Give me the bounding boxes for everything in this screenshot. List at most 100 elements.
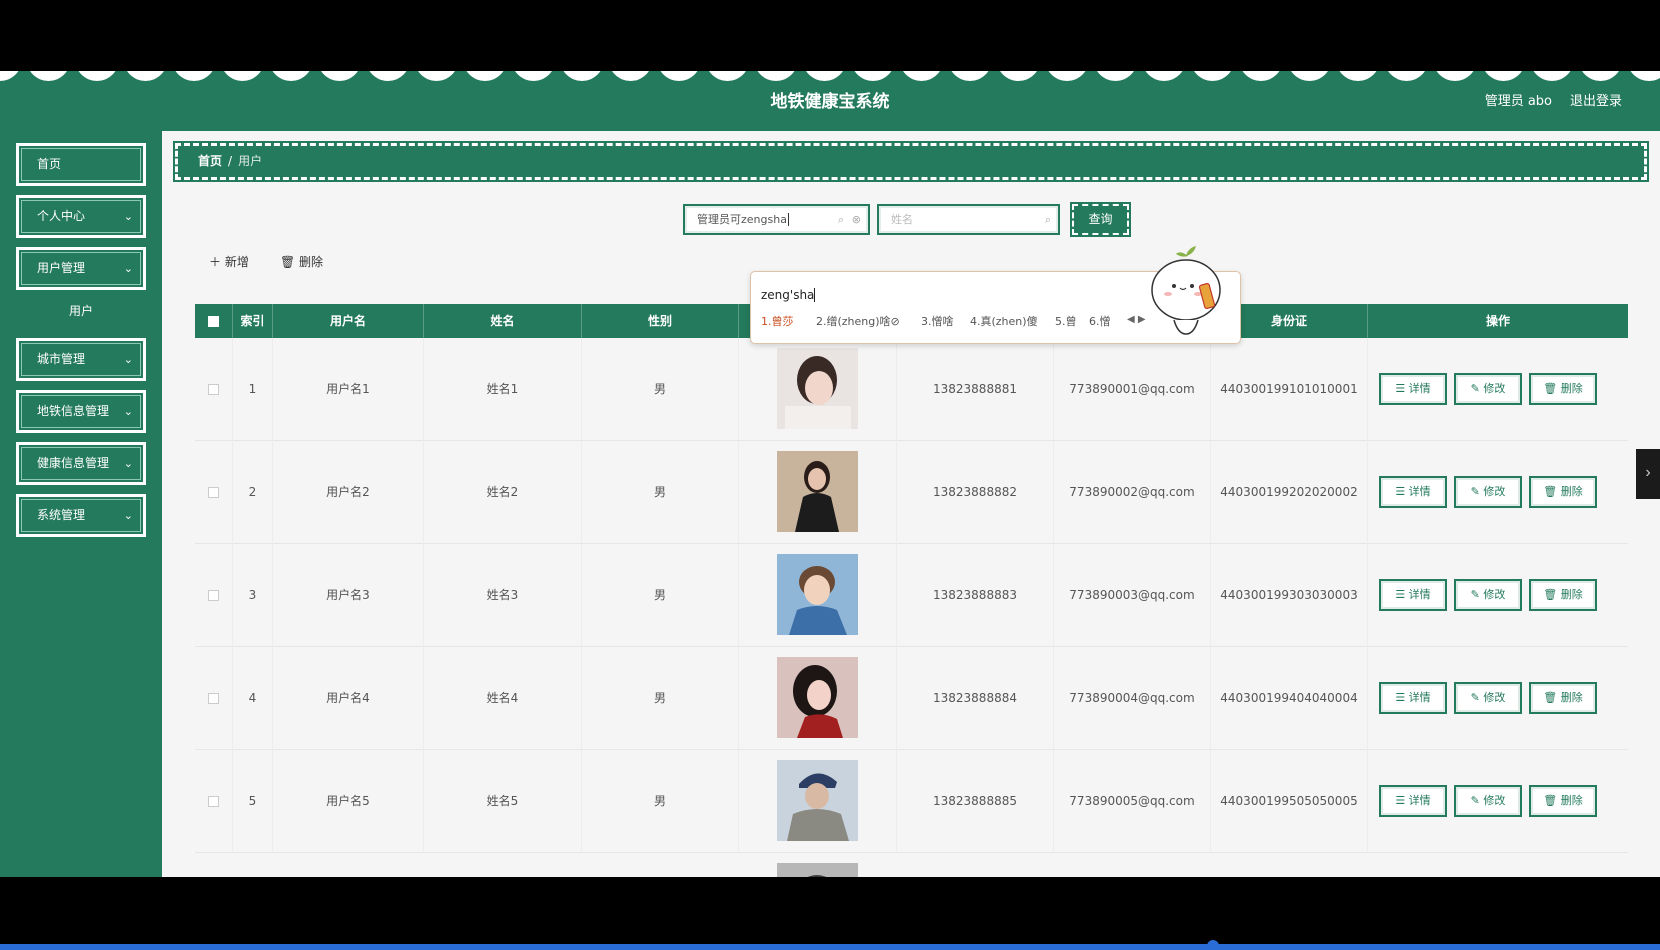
row-checkbox-cell	[195, 647, 233, 750]
table-row	[195, 853, 1628, 877]
breadcrumb-home[interactable]: 首页	[198, 154, 222, 168]
search-icon: ⌕	[1044, 213, 1051, 226]
username-search-input[interactable]: 管理员可zengsha ⌕ ⊗	[683, 204, 870, 235]
cell-avatar	[739, 338, 897, 441]
scallop-shape	[709, 71, 746, 81]
ime-typed-value: zeng'sha	[761, 288, 815, 302]
side-panel-toggle-button[interactable]: ›	[1636, 449, 1660, 499]
delete-button[interactable]: 🗑 删除	[1529, 373, 1597, 405]
delete-button[interactable]: 🗑 删除	[1529, 579, 1597, 611]
column-header-actions: 操作	[1485, 314, 1510, 328]
ime-pager-icon[interactable]: ◀ ▶	[1127, 314, 1146, 325]
ime-candidate[interactable]: 6.憎	[1089, 313, 1111, 329]
scallop-shape	[1533, 71, 1571, 81]
select-all-checkbox-cell[interactable]	[195, 304, 233, 338]
cell-actions: ☰ 详情 ✎ 修改 🗑 删除	[1368, 441, 1628, 544]
cell-name: 姓名5	[424, 750, 582, 853]
row-checkbox-cell	[195, 338, 233, 441]
edit-button[interactable]: ✎ 修改	[1454, 373, 1522, 405]
sidebar-item-city-management[interactable]: 城市管理 ⌄	[16, 338, 146, 381]
video-progress-handle[interactable]	[1207, 940, 1219, 950]
detail-button[interactable]: ☰ 详情	[1379, 785, 1447, 817]
table-row: 5 用户名5 姓名5 男 13823888885 773890005@qq.com 4403…	[195, 750, 1628, 853]
sidebar-item-personal-center[interactable]: 个人中心 ⌄	[16, 195, 146, 238]
delete-button[interactable]: 🗑 删除	[1529, 785, 1597, 817]
row-checkbox[interactable]	[208, 590, 219, 601]
cell-phone: 13823888883	[897, 544, 1054, 647]
avatar	[777, 863, 858, 877]
sidebar-item-home[interactable]: 首页	[16, 143, 146, 186]
scallop-shape	[1145, 71, 1183, 81]
row-checkbox[interactable]	[208, 487, 219, 498]
avatar	[777, 451, 858, 532]
scallop-shape	[1291, 71, 1328, 81]
scallop-shape	[515, 71, 552, 81]
scallop-shape	[1000, 71, 1037, 81]
ime-candidate[interactable]: 1.曾莎	[761, 313, 794, 329]
delete-button[interactable]: 🗑 删除	[1529, 476, 1597, 508]
detail-button[interactable]: ☰ 详情	[1379, 373, 1447, 405]
cell-id-card: 440300199404040004	[1211, 647, 1368, 750]
column-header-index: 索引	[233, 304, 273, 338]
ime-candidate[interactable]: 5.曾	[1055, 313, 1077, 329]
name-search-input[interactable]: 姓名 ⌕	[877, 204, 1060, 235]
cell-gender: 男	[582, 750, 739, 853]
scallop-shape	[1339, 71, 1377, 81]
batch-delete-button[interactable]: 🗑 删除	[280, 253, 323, 270]
scallop-shape	[903, 71, 940, 81]
video-progress-bar[interactable]	[0, 944, 1660, 950]
ime-mascot-icon	[1151, 246, 1221, 335]
edit-button[interactable]: ✎ 修改	[1454, 785, 1522, 817]
cell-name: 姓名2	[424, 441, 582, 544]
cell-actions: ☰ 详情 ✎ 修改 🗑 删除	[1368, 544, 1628, 647]
ime-candidate[interactable]: 4.真(zhen)傻	[970, 313, 1038, 329]
cell-email: 773890002@qq.com	[1054, 441, 1211, 544]
sidebar-subitem-user[interactable]: 用户	[16, 293, 146, 329]
sidebar-item-label: 地铁信息管理	[37, 404, 110, 418]
scallop-shape	[1582, 71, 1619, 81]
scallop-shape	[418, 71, 455, 81]
row-checkbox[interactable]	[208, 693, 219, 704]
top-header: 地铁健康宝系统 管理员 abo 退出登录	[0, 71, 1660, 131]
cell-username: 用户名5	[273, 750, 424, 853]
detail-button[interactable]: ☰ 详情	[1379, 579, 1447, 611]
search-icon: ⌕	[837, 213, 844, 226]
ime-candidate[interactable]: 2.缯(zheng)啥⊘	[816, 313, 900, 329]
scallop-shape	[1194, 71, 1231, 81]
cell-email: 773890005@qq.com	[1054, 750, 1211, 853]
row-checkbox[interactable]	[208, 384, 219, 395]
cell-email: 773890003@qq.com	[1054, 544, 1211, 647]
scallop-shape	[612, 71, 649, 81]
select-all-checkbox[interactable]	[208, 316, 219, 327]
logout-link[interactable]: 退出登录	[1570, 90, 1622, 109]
sidebar-item-subway-info[interactable]: 地铁信息管理 ⌄	[16, 390, 146, 433]
column-header-name: 姓名	[424, 304, 582, 338]
cell-id-card: 440300199505050005	[1211, 750, 1368, 853]
add-button[interactable]: ＋ 新增	[209, 253, 249, 270]
screen: 地铁健康宝系统 管理员 abo 退出登录 首页 个人中心 ⌄ 用户管理 ⌄ 用户…	[0, 0, 1660, 950]
edit-button[interactable]: ✎ 修改	[1454, 682, 1522, 714]
cell-gender: 男	[582, 338, 739, 441]
sidebar-item-label: 系统管理	[37, 508, 86, 522]
cell-username: 用户名2	[273, 441, 424, 544]
sidebar-item-user-management[interactable]: 用户管理 ⌄	[16, 247, 146, 290]
sidebar-item-system[interactable]: 系统管理 ⌄	[16, 494, 146, 537]
chevron-down-icon: ⌄	[123, 210, 133, 223]
ime-typed-text: zeng'sha	[761, 288, 816, 302]
chevron-down-icon: ⌄	[123, 405, 133, 418]
row-checkbox[interactable]	[208, 796, 219, 807]
cell-index: 3	[233, 544, 273, 647]
delete-button[interactable]: 🗑 删除	[1529, 682, 1597, 714]
clear-icon[interactable]: ⊗	[852, 206, 861, 233]
scallop-shape	[1436, 71, 1474, 81]
edit-button[interactable]: ✎ 修改	[1454, 579, 1522, 611]
username-search-value: 管理员可zengsha	[697, 213, 787, 226]
ime-candidate[interactable]: 3.憎啥	[921, 313, 954, 329]
query-button[interactable]: 查询	[1072, 204, 1129, 235]
detail-button[interactable]: ☰ 详情	[1379, 476, 1447, 508]
edit-button[interactable]: ✎ 修改	[1454, 476, 1522, 508]
scallop-shape	[563, 71, 601, 81]
sidebar-item-health-info[interactable]: 健康信息管理 ⌄	[16, 442, 146, 485]
detail-button[interactable]: ☰ 详情	[1379, 682, 1447, 714]
scallop-shape	[1242, 71, 1280, 81]
